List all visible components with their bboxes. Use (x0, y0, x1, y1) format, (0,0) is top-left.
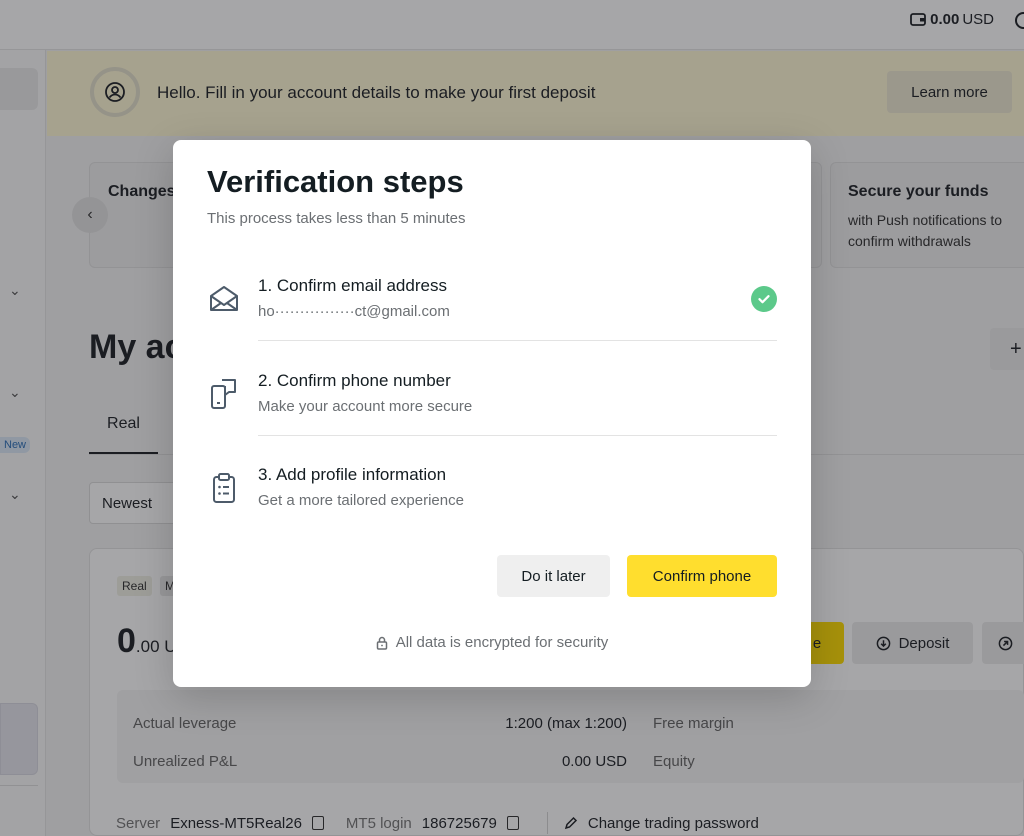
envelope-open-icon (207, 282, 241, 316)
step-title: 3. Add profile information (258, 465, 447, 484)
security-note-text: All data is encrypted for security (395, 634, 609, 651)
step-confirm-email[interactable]: 1. Confirm email address ho·············… (207, 276, 777, 371)
step-email-masked: ho················ct@gmail.com (258, 303, 450, 320)
do-it-later-button[interactable]: Do it later (497, 555, 610, 597)
confirm-phone-button[interactable]: Confirm phone (627, 555, 777, 597)
step-confirm-phone[interactable]: 2. Confirm phone number Make your accoun… (207, 371, 777, 466)
verification-modal: Verification steps This process takes le… (173, 140, 811, 687)
step-description: Get a more tailored experience (258, 492, 464, 509)
lock-icon (376, 636, 387, 650)
modal-subtitle: This process takes less than 5 minutes (207, 210, 466, 227)
step-title: 1. Confirm email address (258, 276, 447, 295)
step-divider (258, 435, 777, 436)
checkmark-icon (751, 286, 777, 312)
modal-title: Verification steps (207, 164, 464, 199)
security-note: All data is encrypted for security (173, 634, 811, 651)
clipboard-icon (207, 471, 241, 505)
step-description: Make your account more secure (258, 398, 473, 415)
step-title: 2. Confirm phone number (258, 371, 451, 390)
phone-icon (207, 377, 241, 411)
step-add-profile[interactable]: 3. Add profile information Get a more ta… (207, 465, 777, 560)
step-divider (258, 340, 777, 341)
